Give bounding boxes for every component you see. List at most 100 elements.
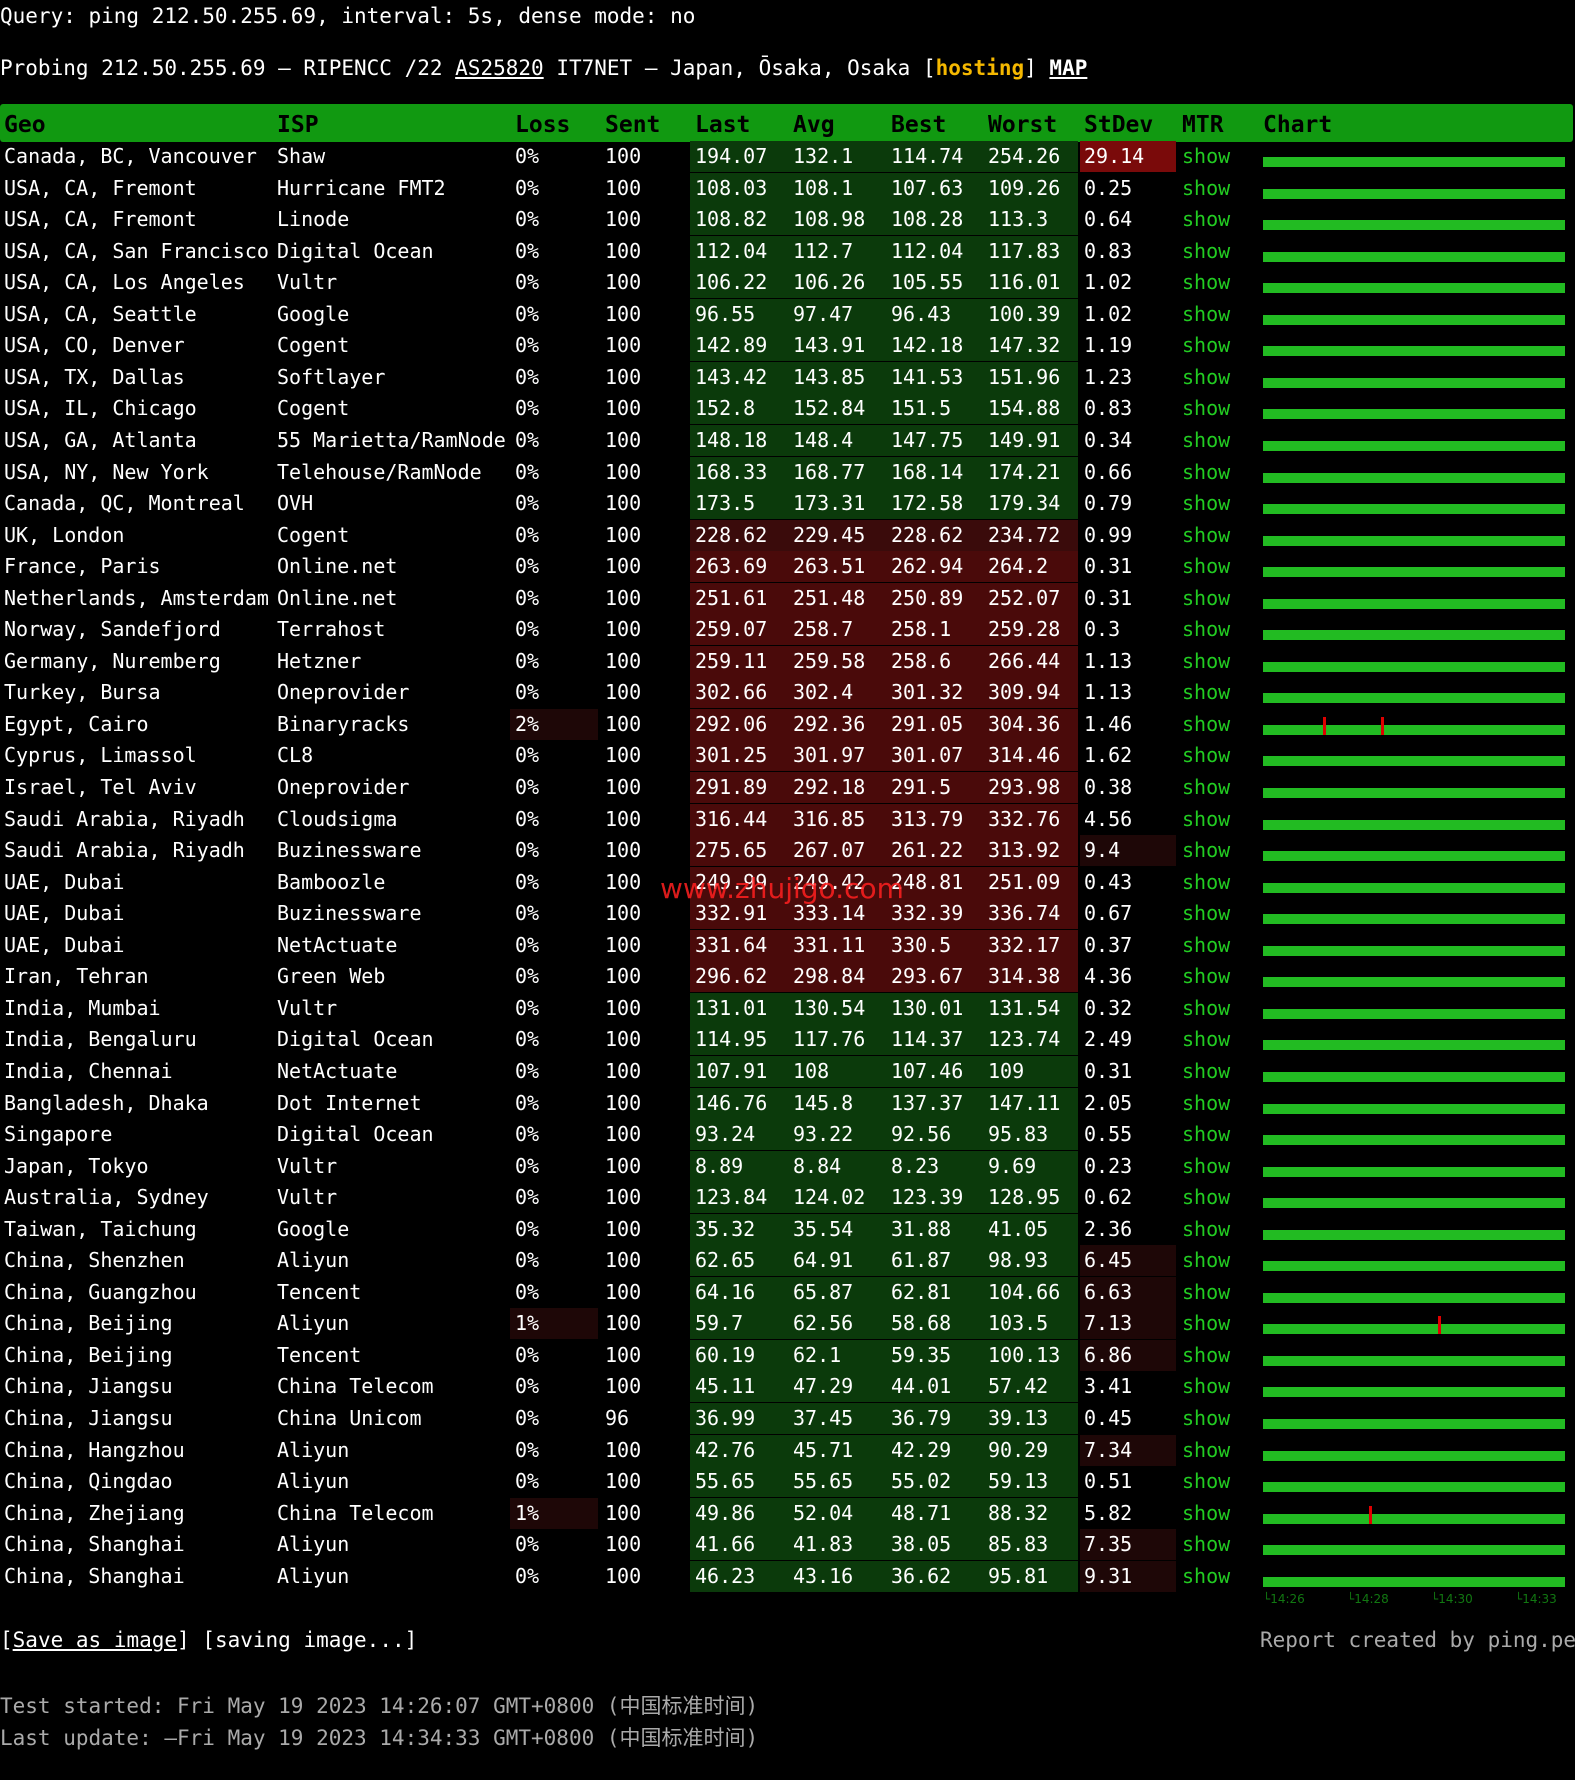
cell-stdev: 0.51 [1084, 1469, 1133, 1494]
mtr-show-link[interactable]: show [1182, 393, 1230, 424]
cell-best: 261.22 [891, 838, 964, 863]
mtr-show-link[interactable]: show [1182, 1024, 1230, 1055]
mtr-show-link[interactable]: show [1182, 835, 1230, 866]
cell-stdev: 2.49 [1084, 1027, 1133, 1052]
mtr-show-link[interactable]: show [1182, 709, 1230, 740]
cell-avg: 145.8 [793, 1090, 854, 1115]
latency-sparkline [1263, 1576, 1565, 1587]
cell-geo: UAE, Dubai [4, 901, 125, 926]
mtr-show-link[interactable]: show [1182, 1498, 1230, 1529]
cell-avg: 117.76 [793, 1027, 866, 1052]
mtr-show-link[interactable]: show [1182, 236, 1230, 267]
cell-best: 61.87 [891, 1248, 952, 1273]
cell-last: 55.65 [695, 1469, 756, 1494]
mtr-show-link[interactable]: show [1182, 457, 1230, 488]
mtr-show-link[interactable]: show [1182, 141, 1230, 172]
map-link[interactable]: MAP [1049, 56, 1087, 80]
mtr-show-link[interactable]: show [1182, 1182, 1230, 1213]
mtr-show-link[interactable]: show [1182, 1119, 1230, 1150]
mtr-show-link[interactable]: show [1182, 1151, 1230, 1182]
cell-loss: 0% [515, 1437, 540, 1462]
mtr-show-link[interactable]: show [1182, 330, 1230, 361]
mtr-show-link[interactable]: show [1182, 425, 1230, 456]
cell-sent: 100 [605, 1374, 642, 1399]
mtr-show-link[interactable]: show [1182, 520, 1230, 551]
cell-sent: 100 [605, 964, 642, 989]
mtr-show-link[interactable]: show [1182, 1088, 1230, 1119]
cell-worst: 95.83 [988, 1122, 1049, 1147]
cell-last: 108.82 [695, 207, 768, 232]
cell-sent: 100 [605, 711, 642, 736]
mtr-show-link[interactable]: show [1182, 1371, 1230, 1402]
sparkline-bar [1263, 157, 1565, 167]
cell-sent: 100 [605, 522, 642, 547]
cell-worst: 88.32 [988, 1500, 1049, 1525]
mtr-show-link[interactable]: show [1182, 614, 1230, 645]
mtr-show-link[interactable]: show [1182, 1214, 1230, 1245]
cell-last: 114.95 [695, 1027, 768, 1052]
cell-sent: 100 [605, 554, 642, 579]
mtr-show-link[interactable]: show [1182, 583, 1230, 614]
mtr-show-link[interactable]: show [1182, 646, 1230, 677]
mtr-show-link[interactable]: show [1182, 993, 1230, 1024]
mtr-show-link[interactable]: show [1182, 867, 1230, 898]
mtr-show-link[interactable]: show [1182, 173, 1230, 204]
mtr-show-link[interactable]: show [1182, 204, 1230, 235]
cell-isp: Online.net [277, 585, 398, 610]
table-row: Germany, Nuremberg Hetzner 0% 100 259.11 259.… [0, 645, 1575, 677]
mtr-show-link[interactable]: show [1182, 804, 1230, 835]
mtr-show-link[interactable]: show [1182, 1340, 1230, 1371]
latency-sparkline [1263, 1135, 1565, 1146]
mtr-show-link[interactable]: show [1182, 1529, 1230, 1560]
cell-geo: USA, IL, Chicago [4, 396, 197, 421]
cell-geo: Turkey, Bursa [4, 680, 161, 705]
cell-last: 62.65 [695, 1248, 756, 1273]
cell-isp: Oneprovider [277, 680, 410, 705]
mtr-show-link[interactable]: show [1182, 1245, 1230, 1276]
cell-isp: Bamboozle [277, 869, 386, 894]
cell-avg: 251.48 [793, 585, 866, 610]
cell-loss: 0% [515, 869, 540, 894]
mtr-show-link[interactable]: show [1182, 1435, 1230, 1466]
mtr-show-link[interactable]: show [1182, 1056, 1230, 1087]
mtr-show-link[interactable]: show [1182, 1466, 1230, 1497]
mtr-show-link[interactable]: show [1182, 1403, 1230, 1434]
mtr-show-link[interactable]: show [1182, 677, 1230, 708]
cell-best: 48.71 [891, 1500, 952, 1525]
asn-link[interactable]: AS25820 [455, 56, 544, 80]
cell-stdev: 0.43 [1084, 869, 1133, 894]
latency-sparkline [1263, 1261, 1565, 1272]
save-as-image-link[interactable]: Save as image [13, 1628, 177, 1652]
mtr-show-link[interactable]: show [1182, 362, 1230, 393]
cell-best: 141.53 [891, 364, 964, 389]
mtr-show-link[interactable]: show [1182, 299, 1230, 330]
latency-sparkline [1263, 188, 1565, 199]
cell-avg: 112.7 [793, 238, 854, 263]
mtr-show-link[interactable]: show [1182, 488, 1230, 519]
mtr-show-link[interactable]: show [1182, 930, 1230, 961]
cell-best: 8.23 [891, 1153, 940, 1178]
mtr-show-link[interactable]: show [1182, 740, 1230, 771]
mtr-show-link[interactable]: show [1182, 1308, 1230, 1339]
mtr-show-link[interactable]: show [1182, 961, 1230, 992]
mtr-show-link[interactable]: show [1182, 1277, 1230, 1308]
cell-last: 93.24 [695, 1122, 756, 1147]
cell-isp: NetActuate [277, 932, 398, 957]
mtr-show-link[interactable]: show [1182, 772, 1230, 803]
cell-avg: 301.97 [793, 743, 866, 768]
cell-stdev: 1.13 [1084, 648, 1133, 673]
mtr-show-link[interactable]: show [1182, 898, 1230, 929]
cell-stdev: 0.45 [1084, 1406, 1133, 1430]
last-update: Last update: —Fri May 19 2023 14:34:33 G… [0, 1726, 759, 1750]
probe-middle: IT7NET – Japan, Ōsaka, Osaka [ [543, 56, 936, 80]
mtr-show-link[interactable]: show [1182, 551, 1230, 582]
cell-last: 112.04 [695, 238, 768, 263]
cell-best: 114.37 [891, 1027, 964, 1052]
cell-avg: 8.84 [793, 1153, 842, 1178]
cell-geo: China, Hangzhou [4, 1437, 185, 1462]
mtr-show-link[interactable]: show [1182, 1561, 1230, 1592]
cell-sent: 100 [605, 585, 642, 610]
mtr-show-link[interactable]: show [1182, 267, 1230, 298]
cell-isp: Binaryracks [277, 711, 410, 736]
cell-last: 142.89 [695, 333, 768, 358]
